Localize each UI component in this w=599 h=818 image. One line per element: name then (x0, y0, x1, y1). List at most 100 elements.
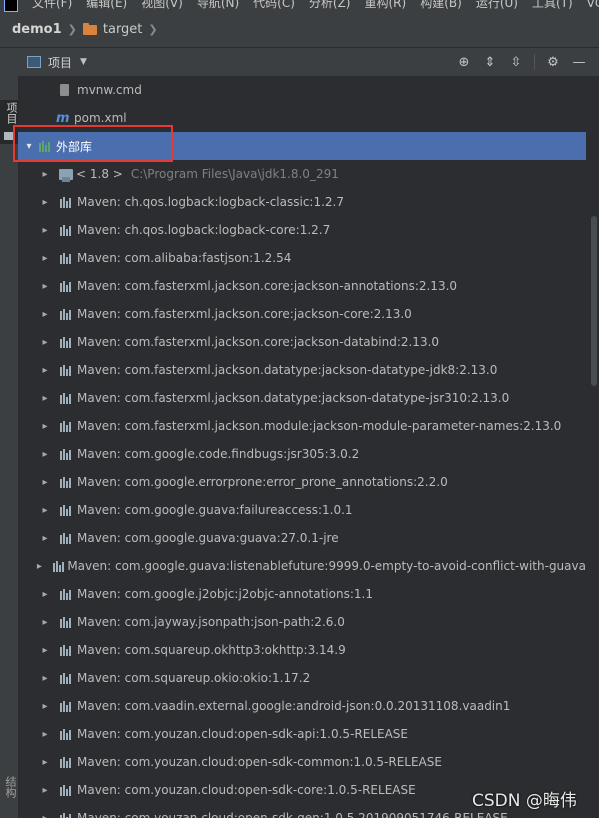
menu-bar: 文件(F) 编辑(E) 视图(V) 导航(N) 代码(C) 分析(Z) 重构(R) 构建(B)… (0, 0, 599, 12)
tree-item-library[interactable]: ▸ Maven: com.fasterxml.jackson.datatype:j… (18, 356, 586, 384)
chevron-right-icon[interactable]: ▸ (40, 813, 50, 818)
watermark: CSDN @晦伟 (472, 791, 577, 811)
tree-item-library[interactable]: ▸ Maven: com.fasterxml.jackson.core:jacks… (18, 300, 586, 328)
chevron-right-icon[interactable]: ▸ (40, 785, 50, 796)
tree-item-library[interactable]: ▸ Maven: com.squareup.okio:okio:1.17.2 (18, 664, 586, 692)
chevron-right-icon[interactable]: ▸ (40, 253, 50, 264)
library-icon (52, 560, 65, 572)
breadcrumb-folder[interactable]: target (103, 22, 143, 37)
tree-item-library[interactable]: ▸ Maven: com.google.guava:guava:27.0.1-jr… (18, 524, 586, 552)
folder-icon (4, 132, 13, 140)
menu-item[interactable]: 编辑(E) (86, 0, 127, 10)
chevron-down-icon[interactable]: ▼ (80, 57, 87, 67)
chevron-right-icon[interactable]: ▸ (40, 421, 50, 432)
menu-item[interactable]: 视图(V) (141, 0, 183, 10)
library-icon (59, 392, 74, 404)
project-tree: mvnw.cmd m pom.xml ▾ 外部库 ▸ < 1.8 > C:\Pr… (18, 76, 586, 818)
library-icon (59, 364, 74, 376)
tree-item-library[interactable]: ▸ Maven: com.youzan.cloud:open-sdk-common… (18, 748, 586, 776)
tree-item-label: Maven: com.youzan.cloud:open-sdk-api:1.0… (77, 727, 408, 741)
tree-item-label: Maven: com.fasterxml.jackson.datatype:ja… (77, 363, 498, 377)
menu-item[interactable]: 代码(C) (253, 0, 295, 10)
tree-item-mvnw-cmd[interactable]: mvnw.cmd (18, 76, 586, 104)
scrollbar-thumb[interactable] (591, 216, 597, 386)
library-icon (59, 756, 74, 768)
chevron-right-icon[interactable]: ▸ (40, 533, 50, 544)
tree-item-library[interactable]: ▸ Maven: ch.qos.logback:logback-core:1.2.… (18, 216, 586, 244)
tree-item-library[interactable]: ▸ Maven: com.google.errorprone:error_pron… (18, 468, 586, 496)
gear-icon[interactable]: ⚙ (545, 54, 561, 70)
menu-item[interactable]: 分析(Z) (309, 0, 351, 10)
chevron-right-icon[interactable]: ▸ (40, 365, 50, 376)
chevron-right-icon[interactable]: ▸ (40, 757, 50, 768)
tree-item-library[interactable]: ▸ Maven: com.jayway.jsonpath:json-path:2.… (18, 608, 586, 636)
tree-item-label: Maven: com.fasterxml.jackson.core:jackso… (77, 307, 412, 321)
chevron-right-icon[interactable]: ▸ (40, 197, 50, 208)
tree-item-library[interactable]: ▸ Maven: com.fasterxml.jackson.core:jacks… (18, 272, 586, 300)
menu-item[interactable]: 运行(U) (476, 0, 518, 10)
chevron-down-icon[interactable]: ▾ (24, 141, 34, 152)
structure-tool-button[interactable]: 结构 (2, 776, 18, 798)
chevron-right-icon[interactable]: ▸ (40, 673, 50, 684)
chevron-right-icon[interactable]: ▸ (40, 477, 50, 488)
tree-item-library[interactable]: ▸ Maven: com.fasterxml.jackson.module:jac… (18, 412, 586, 440)
tree-item-library[interactable]: ▸ Maven: ch.qos.logback:logback-classic:1… (18, 188, 586, 216)
chevron-right-icon[interactable]: ▸ (40, 701, 50, 712)
chevron-right-icon[interactable]: ▸ (40, 505, 50, 516)
menu-item[interactable]: VCS (587, 0, 599, 10)
library-icon (59, 728, 74, 740)
library-icon (59, 644, 74, 656)
library-icon (59, 476, 74, 488)
tree-item-label: Maven: ch.qos.logback:logback-classic:1.… (77, 195, 344, 209)
project-tool-button[interactable]: 项目 (0, 100, 18, 144)
scrollbar[interactable] (588, 76, 599, 818)
panel-title[interactable]: 项目 (48, 54, 72, 71)
tree-item-library[interactable]: ▸ Maven: com.youzan.cloud:open-sdk-api:1.… (18, 720, 586, 748)
chevron-right-icon: ❯ (148, 23, 158, 36)
chevron-right-icon[interactable]: ▸ (40, 393, 50, 404)
chevron-right-icon[interactable]: ▸ (40, 309, 50, 320)
chevron-right-icon: ❯ (67, 23, 77, 36)
chevron-right-icon[interactable]: ▸ (40, 729, 50, 740)
chevron-right-icon[interactable]: ▸ (40, 281, 50, 292)
tree-item-label: Maven: com.squareup.okio:okio:1.17.2 (77, 671, 311, 685)
menu-item[interactable]: 导航(N) (197, 0, 239, 10)
library-icon (38, 140, 53, 152)
tree-item-library[interactable]: ▸ Maven: com.google.j2objc:j2objc-annotat… (18, 580, 586, 608)
tree-item-jdk[interactable]: ▸ < 1.8 > C:\Program Files\Java\jdk1.8.0… (18, 160, 586, 188)
chevron-right-icon[interactable]: ▸ (40, 617, 50, 628)
tree-item-library[interactable]: ▸ Maven: com.google.guava:failureaccess:1… (18, 496, 586, 524)
maven-icon: m (56, 110, 70, 126)
chevron-right-icon[interactable]: ▸ (35, 561, 43, 572)
chevron-right-icon[interactable]: ▸ (40, 449, 50, 460)
library-icon (59, 336, 74, 348)
collapse-all-icon[interactable]: ⇳ (508, 54, 524, 70)
menu-item[interactable]: 工具(T) (532, 0, 573, 10)
project-tool-label: 项目 (5, 102, 18, 124)
menu-item[interactable]: 重构(R) (365, 0, 407, 10)
menu-item[interactable]: 构建(B) (420, 0, 462, 10)
locate-icon[interactable]: ⊕ (456, 54, 472, 70)
breadcrumb-root[interactable]: demo1 (12, 22, 62, 37)
tree-item-label: < 1.8 > (76, 167, 123, 181)
tree-item-library[interactable]: ▸ Maven: com.vaadin.external.google:andro… (18, 692, 586, 720)
chevron-right-icon[interactable]: ▸ (40, 645, 50, 656)
chevron-right-icon[interactable]: ▸ (40, 337, 50, 348)
tree-item-external-libraries[interactable]: ▾ 外部库 (18, 132, 586, 160)
tree-item-label: 外部库 (56, 139, 93, 154)
tree-item-library[interactable]: ▸ Maven: com.alibaba:fastjson:1.2.54 (18, 244, 586, 272)
chevron-right-icon[interactable]: ▸ (40, 589, 50, 600)
chevron-right-icon[interactable]: ▸ (40, 225, 50, 236)
tree-item-library[interactable]: ▸ Maven: com.google.code.findbugs:jsr305:… (18, 440, 586, 468)
menu-item[interactable]: 文件(F) (32, 0, 72, 10)
tree-item-library[interactable]: ▸ Maven: com.fasterxml.jackson.core:jacks… (18, 328, 586, 356)
tree-item-library[interactable]: ▸ Maven: com.fasterxml.jackson.datatype:j… (18, 384, 586, 412)
tree-item-label: Maven: com.google.guava:listenablefuture… (67, 559, 586, 573)
expand-all-icon[interactable]: ⇕ (482, 54, 498, 70)
tree-item-pom-xml[interactable]: m pom.xml (18, 104, 586, 132)
tree-item-library[interactable]: ▸ Maven: com.google.guava:listenablefutur… (18, 552, 586, 580)
left-tool-strip: 项目 (0, 48, 19, 818)
chevron-right-icon[interactable]: ▸ (40, 169, 50, 180)
tree-item-library[interactable]: ▸ Maven: com.squareup.okhttp3:okhttp:3.14… (18, 636, 586, 664)
minimize-icon[interactable]: — (571, 54, 587, 70)
